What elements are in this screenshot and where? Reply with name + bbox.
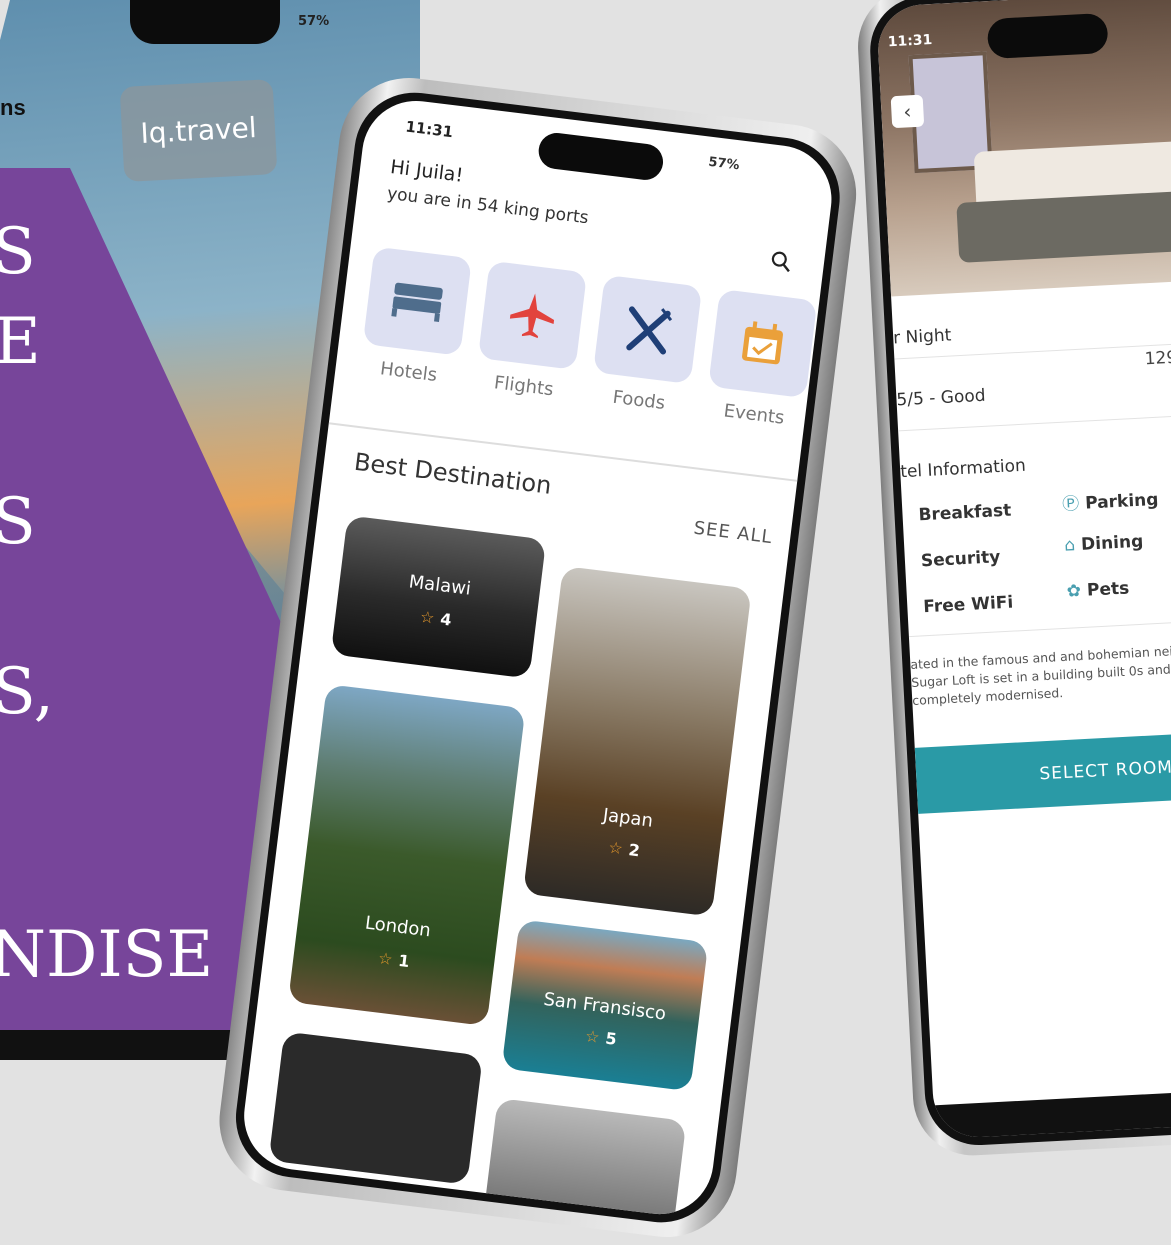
- brand-logo: Iq.travel: [119, 79, 278, 182]
- dynamic-island: [536, 130, 666, 182]
- amenity-parking: Ⓟ Parking: [1061, 489, 1159, 515]
- see-all-link[interactable]: SEE ALL: [692, 518, 773, 549]
- destination-card-partial[interactable]: [268, 1031, 483, 1185]
- category-hotels[interactable]: Hotels: [359, 246, 472, 389]
- promo-heading-line-3: S: [0, 485, 36, 559]
- info-title: tel Information: [899, 455, 1027, 483]
- star-icon: ☆: [607, 837, 624, 859]
- star-icon: ☆: [419, 606, 436, 628]
- airplane-icon: [509, 293, 555, 339]
- category-label: Hotels: [379, 358, 439, 387]
- star-icon: ☆: [584, 1026, 601, 1047]
- category-events[interactable]: Events: [704, 288, 818, 431]
- status-battery: 57%: [298, 14, 330, 29]
- dynamic-island: [986, 12, 1109, 60]
- amenity-pets: ✿ Pets: [1066, 578, 1130, 602]
- promo-heading-line-2: E: [0, 305, 41, 379]
- amenity-security: Security: [920, 547, 1001, 572]
- destination-card-san-fransisco[interactable]: San Fransisco ☆ 5: [501, 919, 709, 1092]
- back-button[interactable]: ‹: [890, 94, 925, 129]
- utensils-icon: [626, 306, 673, 355]
- chevron-left-icon: ‹: [902, 99, 913, 124]
- paw-icon: ✿: [1066, 581, 1082, 602]
- category-label: Foods: [611, 386, 667, 415]
- status-time: 11:31: [887, 32, 933, 51]
- section-title: Best Destination: [352, 447, 554, 500]
- destination-card-japan[interactable]: Japan ☆ 2: [522, 565, 752, 917]
- status-battery: 57%: [707, 154, 741, 174]
- category-label: Flights: [492, 372, 555, 401]
- per-night-label: r Night: [892, 325, 952, 349]
- star-icon: ☆: [377, 948, 394, 969]
- amenity-dining: ⌂ Dining: [1063, 531, 1144, 556]
- promo-heading-line-5: NDISE: [0, 918, 214, 992]
- amenity-breakfast: Breakfast: [918, 500, 1012, 526]
- price-value: 1298: [1144, 347, 1171, 370]
- category-foods[interactable]: Foods: [589, 274, 703, 417]
- amenity-free-wifi: Free WiFi: [922, 592, 1014, 618]
- destination-card-malawi[interactable]: Malawi ☆ 4: [330, 515, 547, 679]
- hotel-phone: 11:31 ‹ r Night 5/5 - Good 1298 tel Info…: [855, 0, 1171, 1159]
- destination-card-london[interactable]: London ☆ 1: [288, 684, 526, 1027]
- rating-text: 5/5 - Good: [896, 385, 987, 411]
- dining-icon: ⌂: [1063, 535, 1076, 556]
- promo-heading-line-1: S: [0, 215, 36, 289]
- camera-notch: [130, 0, 280, 44]
- divider: [908, 616, 1171, 638]
- bed-icon: [391, 282, 443, 322]
- hotel-description: ated in the famous and and bohemian neig…: [909, 638, 1171, 708]
- parking-icon: Ⓟ: [1061, 493, 1080, 515]
- divider: [898, 410, 1171, 432]
- top-label-fragment: ns: [0, 95, 26, 120]
- location-subtitle: you are in 54 king ports: [385, 183, 590, 229]
- category-flights[interactable]: Flights: [474, 260, 588, 403]
- status-time: 11:31: [404, 117, 455, 142]
- promo-heading-line-4: S,: [0, 655, 54, 729]
- search-icon[interactable]: [768, 249, 793, 279]
- greeting-text: Hi Juila!: [389, 155, 465, 187]
- calendar-icon: [742, 321, 783, 365]
- select-room-button[interactable]: SELECT ROOM: [914, 728, 1171, 814]
- category-label: Events: [722, 400, 786, 429]
